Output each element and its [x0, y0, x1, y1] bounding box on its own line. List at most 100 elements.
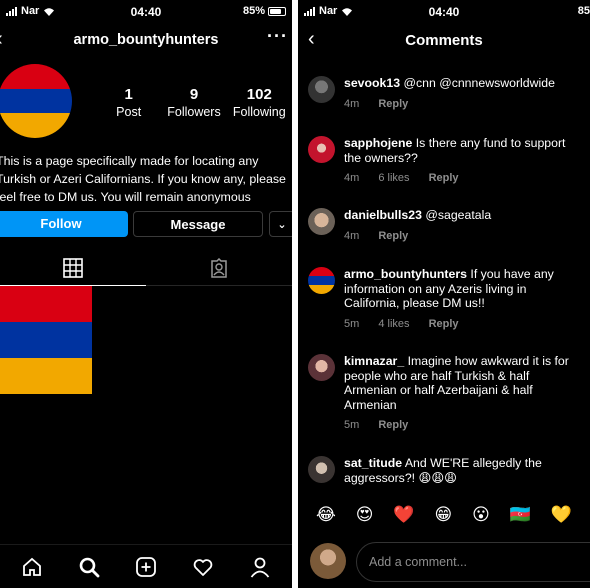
battery-percent: 85%	[242, 5, 265, 17]
comment-text-line: sevook13 @cnn @cnnnewsworldwide	[344, 76, 582, 91]
reply-button[interactable]: Reply	[429, 318, 459, 330]
battery-group: 85%	[243, 5, 286, 17]
comment-username[interactable]: sevook13	[344, 76, 400, 90]
profile-username: armo_bountyhunters	[73, 32, 219, 48]
tagged-person-icon	[211, 258, 227, 278]
post-thumbnail-armenian-flag[interactable]	[0, 286, 92, 394]
message-button[interactable]: Message	[133, 211, 263, 237]
bio-line: This is a page specifically made for loc…	[0, 154, 259, 168]
commenter-avatar[interactable]	[308, 136, 335, 163]
battery-percent: 85	[577, 5, 590, 17]
new-post-icon[interactable]	[126, 549, 166, 585]
home-icon[interactable]	[12, 549, 52, 585]
comment-input[interactable]: Add a comment...	[356, 542, 590, 582]
bio-line: Turkish or Azeri Californians. If you kn…	[0, 172, 286, 186]
battery-group: 85	[578, 5, 590, 17]
comment-meta: 4m 6 likes Reply	[344, 171, 582, 186]
heart-eyes-emoji-icon[interactable]: 😍	[356, 505, 374, 525]
comment-text-line: danielbulls23 @sageatala	[344, 208, 582, 223]
comment-composer: Add a comment...	[298, 540, 590, 584]
comment-text-line: kimnazar_ Imagine how awkward it is for …	[344, 354, 582, 412]
profile-avatar-armenian-flag[interactable]	[0, 64, 72, 138]
comment-body: armo_bountyhunters If you have any infor…	[344, 267, 582, 331]
status-bar: Nar 04:40 85%	[0, 0, 292, 24]
comment-username[interactable]: armo_bountyhunters	[344, 267, 467, 281]
follow-button[interactable]: Follow	[0, 211, 128, 237]
comment-username[interactable]: kimnazar_	[344, 354, 404, 368]
reply-button[interactable]: Reply	[429, 172, 459, 184]
comment-body: sapphojene Is there any fund to support …	[344, 136, 582, 186]
comment-text: @cnn @cnnnewsworldwide	[403, 76, 555, 90]
comment-time: 5m	[344, 317, 360, 330]
red-heart-emoji-icon[interactable]: ❤️	[393, 505, 414, 525]
comment-time: 5m	[344, 419, 360, 431]
comment-time: 4m	[344, 97, 360, 110]
comment-text-line: sapphojene Is there any fund to support …	[344, 136, 582, 165]
battery-icon	[268, 6, 286, 16]
comment-text-line: sat_titude And WE'RE allegedly the aggre…	[344, 456, 582, 485]
profile-screen: Nar 04:40 85% ‹ armo_bountyhunters ··· 1…	[0, 0, 292, 588]
surprised-emoji-icon[interactable]: 😮	[472, 505, 490, 525]
quick-emoji-bar: 😂 😍 ❤️ 😁 😮 🇦🇿 💛	[298, 499, 590, 531]
azerbaijan-flag-emoji-icon[interactable]: 🇦🇿	[510, 505, 531, 525]
stat-posts-count: 1	[124, 86, 133, 103]
profile-person-icon[interactable]	[240, 549, 280, 585]
tab-tagged[interactable]	[146, 250, 292, 286]
stat-followers[interactable]: 9 Followers	[161, 86, 226, 119]
comment-username[interactable]: sat_titude	[344, 456, 402, 470]
bottom-navigation	[0, 544, 292, 588]
commenter-avatar[interactable]	[308, 456, 335, 483]
commenter-avatar[interactable]	[308, 354, 335, 381]
comment-meta: 4m Reply	[344, 229, 582, 244]
yellow-heart-emoji-icon[interactable]: 💛	[551, 505, 572, 525]
comments-title: Comments	[405, 32, 483, 49]
stat-followers-label: Followers	[167, 105, 221, 119]
grin-emoji-icon[interactable]: 😁	[434, 505, 452, 525]
heart-icon[interactable]	[183, 549, 223, 585]
commenter-avatar[interactable]	[308, 208, 335, 235]
comment-text-line: armo_bountyhunters If you have any infor…	[344, 267, 582, 311]
comment-meta: 5m Reply	[344, 418, 582, 433]
comments-header: ‹ Comments	[298, 28, 590, 54]
suggested-dropdown-button[interactable]: ⌄	[269, 211, 292, 237]
reply-button[interactable]: Reply	[378, 419, 408, 431]
comment-time: 4m	[344, 172, 360, 184]
profile-header: ‹ armo_bountyhunters ···	[0, 26, 292, 54]
search-icon[interactable]	[69, 549, 109, 585]
status-time: 04:40	[428, 5, 460, 19]
comment-username[interactable]: danielbulls23	[344, 208, 422, 222]
stat-following-count: 102	[246, 86, 272, 103]
profile-tabs	[0, 250, 292, 286]
reply-button[interactable]: Reply	[378, 98, 408, 110]
profile-actions: Follow Message ⌄	[0, 211, 292, 238]
comment-text: @sageatala	[425, 208, 492, 222]
profile-bio: This is a page specifically made for loc…	[0, 152, 292, 206]
comment-body: sat_titude And WE'RE allegedly the aggre…	[344, 456, 582, 485]
commenter-avatar[interactable]	[308, 76, 335, 103]
stat-following[interactable]: 102 Following	[227, 86, 292, 119]
tab-grid[interactable]	[0, 250, 146, 286]
comment-meta: 5m 4 likes Reply	[344, 317, 582, 332]
stat-followers-count: 9	[189, 86, 199, 103]
comment-username[interactable]: sapphojene	[344, 136, 412, 150]
status-bar: Nar 04:40 85	[298, 0, 590, 24]
stat-posts[interactable]: 1 Post	[96, 86, 161, 119]
commenter-avatar-armenian-flag[interactable]	[308, 267, 335, 294]
more-options-icon[interactable]: ···	[267, 26, 288, 47]
reply-button[interactable]: Reply	[378, 230, 408, 242]
bio-line: feel free to DM us. You will remain anon…	[0, 190, 251, 204]
comment-body: danielbulls23 @sageatala 4m Reply	[344, 208, 582, 243]
current-user-avatar	[310, 543, 346, 579]
comments-screen: Nar 04:40 85 ‹ Comments sevook13 @cnn @c…	[298, 0, 590, 588]
comment-likes[interactable]: 6 likes	[378, 172, 409, 184]
comment-time: 4m	[344, 229, 360, 242]
comment-meta: 4m Reply	[344, 97, 582, 112]
grid-icon	[63, 257, 83, 278]
laughing-emoji-icon[interactable]: 😂	[316, 505, 336, 525]
comment-body: sevook13 @cnn @cnnnewsworldwide 4m Reply	[344, 76, 582, 111]
stat-posts-label: Post	[116, 105, 142, 119]
comment-likes[interactable]: 4 likes	[378, 318, 409, 330]
profile-stats: 1 Post 9 Followers 102 Following	[96, 86, 292, 119]
stat-following-label: Following	[232, 105, 286, 119]
comment-body: kimnazar_ Imagine how awkward it is for …	[344, 354, 582, 433]
